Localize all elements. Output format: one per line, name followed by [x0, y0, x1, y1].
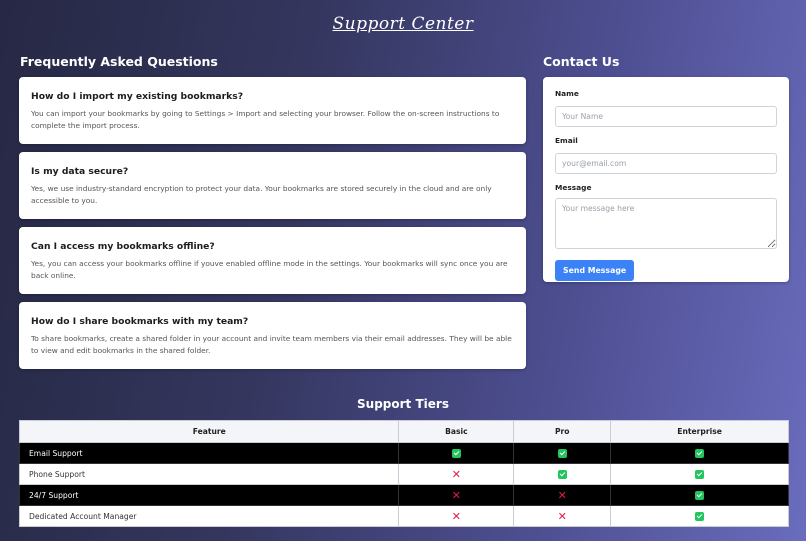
- basic-cell: [398, 442, 515, 464]
- cross-icon: ✕: [451, 488, 461, 502]
- faq-answer: Yes, you can access your bookmarks offli…: [31, 259, 508, 280]
- enterprise-cell: [610, 463, 789, 485]
- send-message-button[interactable]: Send Message: [555, 260, 635, 281]
- contact-heading: Contact Us: [543, 54, 620, 69]
- table-row: Dedicated Account Manager ✕ ✕: [18, 505, 789, 527]
- enterprise-cell: [610, 484, 789, 506]
- faq-heading: Frequently Asked Questions: [20, 54, 218, 69]
- feature-cell: 24/7 Support: [18, 484, 400, 506]
- faq-item-sharing[interactable]: How do I share bookmarks with my team? T…: [19, 302, 526, 369]
- basic-cell: ✕: [398, 505, 515, 527]
- name-input[interactable]: [555, 106, 777, 127]
- cross-icon: ✕: [451, 467, 461, 481]
- pro-cell: [513, 463, 612, 485]
- check-icon: [695, 490, 705, 500]
- faq-answer: You can import your bookmarks by going t…: [31, 109, 500, 130]
- pro-cell: ✕: [513, 505, 612, 527]
- check-icon: [557, 448, 567, 458]
- check-icon: [695, 469, 705, 479]
- faq-item-security[interactable]: Is my data secure? Yes, we use industry-…: [19, 152, 526, 219]
- column-header-pro: Pro: [513, 420, 612, 443]
- column-header-feature: Feature: [18, 420, 400, 443]
- contact-form: Name Email Message Send Message: [543, 77, 789, 282]
- faq-list: How do I import my existing bookmarks? Y…: [19, 77, 526, 377]
- feature-cell: Dedicated Account Manager: [18, 505, 400, 527]
- check-icon: [695, 511, 705, 521]
- basic-cell: ✕: [398, 463, 515, 485]
- tiers-heading: Support Tiers: [357, 397, 449, 411]
- feature-cell: Email Support: [18, 442, 400, 464]
- enterprise-cell: [610, 505, 789, 527]
- page-title: Support Center: [332, 14, 474, 34]
- cross-icon: ✕: [451, 509, 461, 523]
- pro-cell: [513, 442, 612, 464]
- email-input[interactable]: [555, 153, 777, 174]
- support-tiers-table: Feature Basic Pro Enterprise Email Suppo…: [18, 420, 789, 527]
- enterprise-cell: [610, 442, 789, 464]
- faq-question: How do I import my existing bookmarks?: [31, 91, 244, 102]
- feature-cell: Phone Support: [18, 463, 400, 485]
- tiers-body: Email Support Phone Support ✕ 24/7 Support ✕…: [18, 442, 789, 527]
- faq-question: Can I access my bookmarks offline?: [31, 241, 215, 252]
- faq-item-import[interactable]: How do I import my existing bookmarks? Y…: [19, 77, 526, 144]
- check-icon: [557, 469, 567, 479]
- faq-question: Is my data secure?: [31, 166, 129, 177]
- column-header-basic: Basic: [398, 420, 515, 443]
- pro-cell: ✕: [513, 484, 612, 506]
- table-row: Phone Support ✕: [18, 463, 789, 485]
- column-header-enterprise: Enterprise: [610, 420, 789, 443]
- table-header-row: Feature Basic Pro Enterprise: [18, 420, 789, 443]
- faq-answer: To share bookmarks, create a shared fold…: [31, 334, 512, 355]
- faq-answer: Yes, we use industry-standard encryption…: [31, 184, 492, 205]
- cross-icon: ✕: [557, 509, 567, 523]
- cross-icon: ✕: [557, 488, 567, 502]
- table-row: 24/7 Support ✕ ✕: [18, 484, 789, 506]
- email-label: Email: [555, 136, 578, 145]
- faq-item-offline[interactable]: Can I access my bookmarks offline? Yes, …: [19, 227, 526, 294]
- check-icon: [695, 448, 705, 458]
- message-label: Message: [555, 183, 592, 192]
- message-textarea[interactable]: [555, 198, 777, 249]
- faq-question: How do I share bookmarks with my team?: [31, 316, 249, 327]
- name-label: Name: [555, 89, 579, 98]
- table-row: Email Support: [18, 442, 789, 464]
- check-icon: [451, 448, 461, 458]
- basic-cell: ✕: [398, 484, 515, 506]
